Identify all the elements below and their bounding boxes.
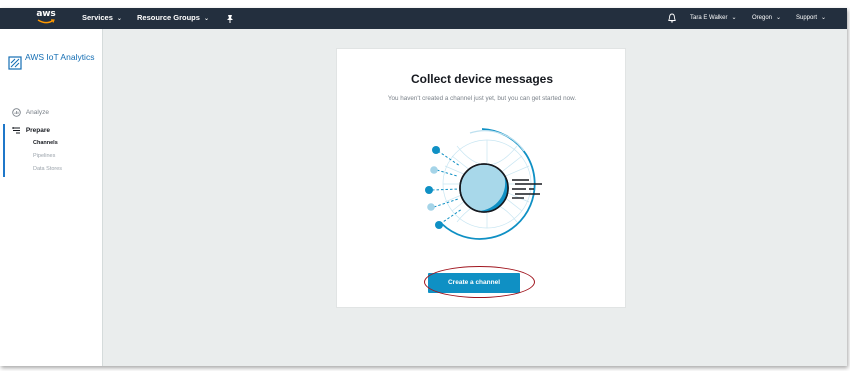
chevron-down-icon: ⌄ — [731, 15, 737, 21]
resource-groups-label: Resource Groups — [137, 13, 200, 22]
prepare-icon — [12, 127, 20, 134]
prepare-label: Prepare — [25, 127, 51, 135]
aws-logo[interactable]: aws — [33, 9, 59, 27]
highlight-annotation — [424, 266, 535, 298]
pin-icon[interactable] — [226, 14, 234, 23]
support-label: Support — [796, 15, 818, 21]
sidebar-item-data-stores[interactable]: Data Stores — [33, 166, 62, 172]
resource-groups-menu[interactable]: Resource Groups ⌄ — [137, 13, 209, 22]
user-menu[interactable]: Tara E Walker ⌄ — [690, 14, 736, 21]
sidebar-item-channels[interactable]: Channels — [33, 140, 58, 146]
support-menu[interactable]: Support ⌄ — [796, 14, 826, 21]
analyze-icon — [12, 108, 21, 117]
region-label: Oregon — [752, 15, 773, 21]
iot-analytics-icon — [8, 56, 22, 70]
bell-icon[interactable] — [668, 13, 676, 23]
chevron-down-icon: ⌄ — [821, 15, 827, 21]
page-subtitle: You haven't created a channel just yet, … — [387, 95, 577, 102]
console-window: aws Services ⌄ Resource Groups ⌄ Tara E Wa… — [0, 8, 847, 366]
user-label: Tara E Walker — [690, 15, 728, 21]
top-navigation-bar: aws Services ⌄ Resource Groups ⌄ Tara E Wa… — [0, 8, 847, 29]
aws-smile-icon — [37, 19, 55, 24]
service-title: AWS IoT Analytics — [25, 52, 95, 62]
region-menu[interactable]: Oregon ⌄ — [752, 14, 781, 21]
sidebar-item-analyze[interactable]: Analyze — [12, 108, 49, 117]
chevron-down-icon: ⌄ — [116, 16, 122, 22]
sidebar-item-prepare[interactable]: Prepare — [12, 126, 50, 135]
analyze-label: Analyze — [25, 109, 49, 117]
channel-illustration-icon — [425, 128, 542, 240]
services-menu[interactable]: Services ⌄ — [82, 13, 122, 22]
service-sidebar: AWS IoT Analytics Analyze Prepare Channe… — [0, 29, 103, 366]
chevron-down-icon: ⌄ — [776, 15, 782, 21]
chevron-down-icon: ⌄ — [203, 16, 209, 22]
services-label: Services — [82, 13, 113, 22]
page-title: Collect device messages — [410, 72, 554, 86]
aws-logo-text: aws — [36, 9, 56, 19]
active-section-indicator — [3, 124, 5, 177]
sidebar-item-pipelines[interactable]: Pipelines — [33, 153, 55, 159]
